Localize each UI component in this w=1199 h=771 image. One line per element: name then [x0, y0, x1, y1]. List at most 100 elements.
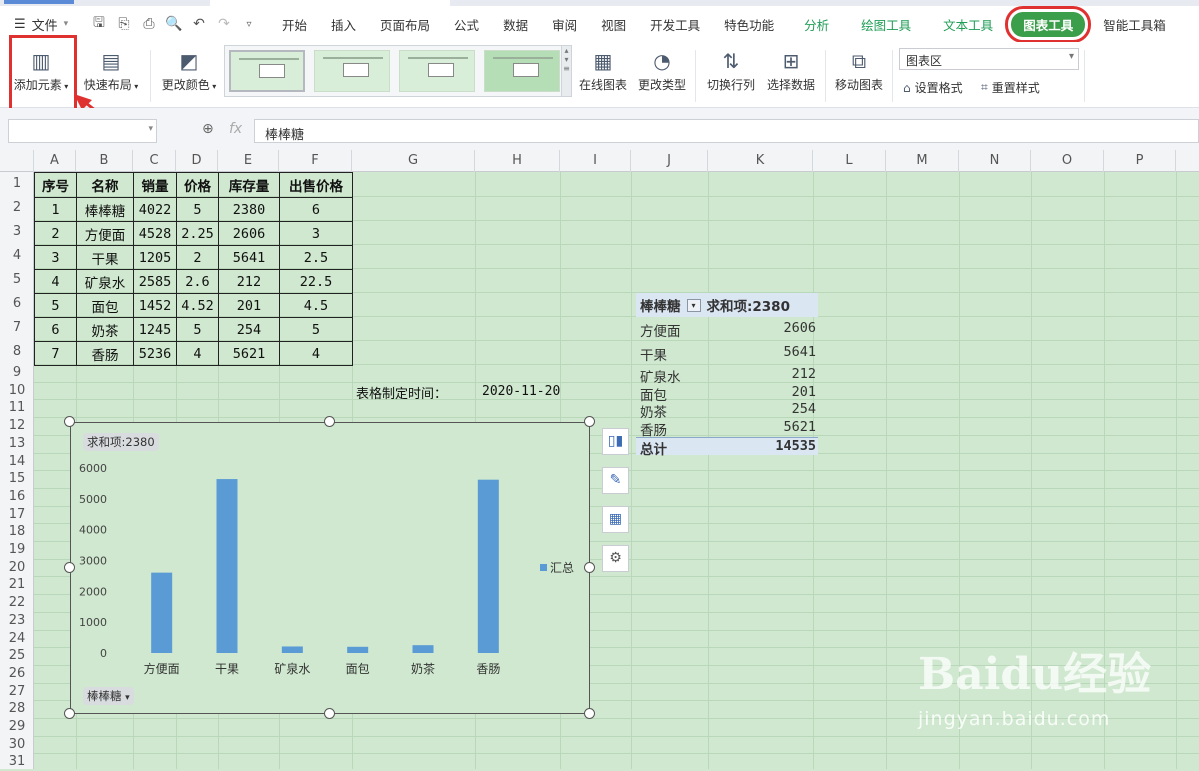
tab-view[interactable]: 视图 [589, 15, 638, 34]
table-cell[interactable]: 201 [218, 293, 280, 318]
table-cell[interactable]: 3 [34, 245, 77, 270]
row-header-18[interactable]: 18 [0, 523, 34, 541]
row-header-10[interactable]: 10 [0, 382, 34, 400]
row-header-21[interactable]: 21 [0, 576, 34, 594]
table-cell[interactable]: 7 [34, 341, 77, 366]
chart-filter-icon[interactable]: ▦ [602, 506, 629, 533]
row-header-27[interactable]: 27 [0, 683, 34, 701]
table-cell[interactable]: 5 [176, 197, 219, 222]
row-header-29[interactable]: 29 [0, 718, 34, 736]
table-cell[interactable]: 2.5 [279, 245, 353, 270]
resize-handle[interactable] [64, 708, 75, 719]
table-cell[interactable]: 矿泉水 [76, 269, 134, 294]
pivot-header[interactable]: 棒棒糖 ▾ 求和项:2380 [636, 293, 818, 317]
table-cell[interactable]: 干果 [76, 245, 134, 270]
name-box[interactable]: ▾ [8, 119, 157, 143]
tab-formulas[interactable]: 公式 [442, 15, 491, 34]
column-header-P[interactable]: P [1104, 150, 1176, 172]
row-header-9[interactable]: 9 [0, 364, 34, 382]
header-cell[interactable]: 库存量 [218, 172, 280, 198]
row-header-15[interactable]: 15 [0, 470, 34, 488]
tab-text-tools[interactable]: 文本工具 [931, 15, 1005, 34]
table-cell[interactable]: 棒棒糖 [76, 197, 134, 222]
row-header-19[interactable]: 19 [0, 541, 34, 559]
tab-drawing-tools[interactable]: 绘图工具 [849, 15, 923, 34]
select-data-button[interactable]: ⊞ 选择数据 [763, 46, 819, 104]
row-header-25[interactable]: 25 [0, 647, 34, 665]
table-cell[interactable]: 5621 [218, 341, 280, 366]
resize-handle[interactable] [584, 562, 595, 573]
legend-label[interactable]: 汇总 [550, 561, 574, 575]
table-cell[interactable]: 212 [218, 269, 280, 294]
bar-干果[interactable] [216, 479, 238, 653]
tab-analyze[interactable]: 分析 [792, 15, 841, 34]
row-header-14[interactable]: 14 [0, 453, 34, 471]
column-header-L[interactable]: L [813, 150, 886, 172]
bar-奶茶[interactable] [412, 645, 434, 653]
row-header-31[interactable]: 31 [0, 753, 34, 771]
table-cell[interactable]: 2585 [133, 269, 177, 294]
row-header-5[interactable]: 5 [0, 268, 34, 292]
resize-handle[interactable] [324, 416, 335, 427]
resize-handle[interactable] [584, 708, 595, 719]
table-cell[interactable]: 奶茶 [76, 317, 134, 342]
table-cell[interactable]: 22.5 [279, 269, 353, 294]
tab-developer[interactable]: 开发工具 [638, 15, 712, 34]
resize-handle[interactable] [584, 416, 595, 427]
redo-icon[interactable]: ↷ [215, 16, 233, 32]
reset-style-button[interactable]: ⌗ 重置样式 [981, 79, 1040, 96]
table-cell[interactable]: 2.25 [176, 221, 219, 246]
row-header-26[interactable]: 26 [0, 665, 34, 683]
table-cell[interactable]: 4 [34, 269, 77, 294]
tab-features[interactable]: 特色功能 [712, 15, 786, 34]
table-cell[interactable]: 5 [279, 317, 353, 342]
row-header-11[interactable]: 11 [0, 399, 34, 417]
column-header-H[interactable]: H [475, 150, 560, 172]
made-time-value[interactable]: 2020-11-20 [482, 384, 560, 399]
column-header-E[interactable]: E [218, 150, 279, 172]
header-cell[interactable]: 出售价格 [279, 172, 353, 198]
undo-icon[interactable]: ↶ [190, 16, 208, 32]
header-cell[interactable]: 销量 [133, 172, 177, 198]
row-header-8[interactable]: 8 [0, 340, 34, 364]
gallery-scroll[interactable]: ▴ ▾ ≡ [561, 46, 571, 96]
bar-面包[interactable] [347, 646, 369, 653]
customize-icon[interactable]: ▿ [240, 19, 258, 30]
column-header-F[interactable]: F [279, 150, 352, 172]
chart-style-3[interactable] [399, 50, 475, 92]
header-cell[interactable]: 序号 [34, 172, 77, 198]
header-cell[interactable]: 名称 [76, 172, 134, 198]
pivot-total-row[interactable]: 总计 14535 [636, 437, 818, 458]
bar-方便面[interactable] [151, 572, 173, 653]
tab-home[interactable]: 开始 [270, 15, 319, 34]
column-header-I[interactable]: I [560, 150, 631, 172]
table-cell[interactable]: 香肠 [76, 341, 134, 366]
table-cell[interactable]: 4 [176, 341, 219, 366]
tab-chart-tools[interactable]: 图表工具 [1005, 5, 1092, 43]
chart-element-select[interactable]: 图表区 ▾ [899, 48, 1079, 70]
table-cell[interactable]: 2380 [218, 197, 280, 222]
set-format-button[interactable]: ⌂ 设置格式 [903, 79, 963, 96]
tab-insert[interactable]: 插入 [319, 15, 368, 34]
table-cell[interactable]: 5236 [133, 341, 177, 366]
chart-style-1[interactable] [229, 50, 305, 92]
table-cell[interactable]: 4022 [133, 197, 177, 222]
bar-香肠[interactable] [477, 479, 499, 653]
formula-input[interactable]: 棒棒糖 [254, 119, 1199, 143]
chart-style-4[interactable] [484, 50, 560, 92]
chart-style-2[interactable] [314, 50, 390, 92]
column-header-J[interactable]: J [631, 150, 708, 172]
table-cell[interactable]: 2 [34, 221, 77, 246]
column-header-G[interactable]: G [352, 150, 475, 172]
table-cell[interactable]: 1452 [133, 293, 177, 318]
row-header-13[interactable]: 13 [0, 435, 34, 453]
table-cell[interactable]: 5 [34, 293, 77, 318]
row-header-17[interactable]: 17 [0, 506, 34, 524]
table-cell[interactable]: 1205 [133, 245, 177, 270]
made-time-label[interactable]: 表格制定时间： [356, 383, 447, 402]
row-header-4[interactable]: 4 [0, 244, 34, 268]
column-header-M[interactable]: M [886, 150, 959, 172]
print-preview-icon[interactable]: 🔍 [165, 16, 183, 32]
table-cell[interactable]: 4.52 [176, 293, 219, 318]
row-header-22[interactable]: 22 [0, 594, 34, 612]
